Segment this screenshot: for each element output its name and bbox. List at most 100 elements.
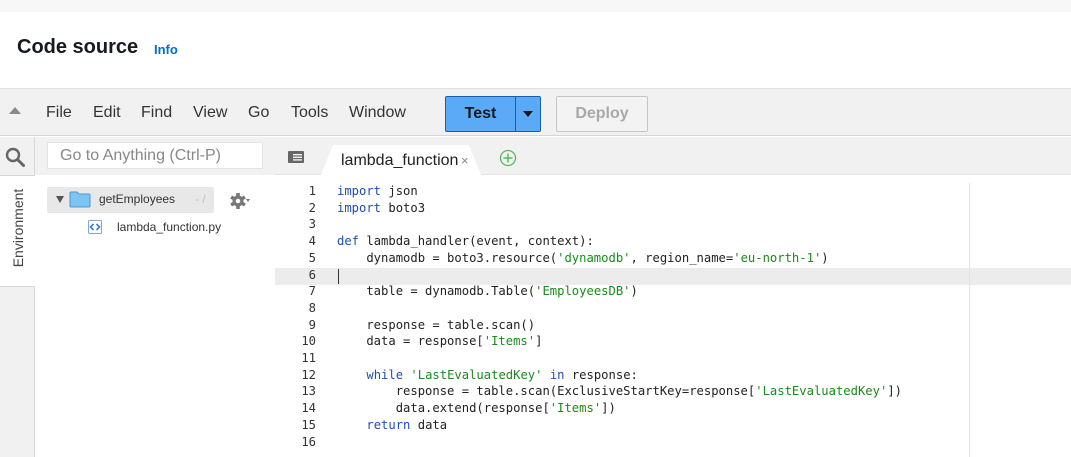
code-string: 'eu-north-1' bbox=[733, 250, 822, 265]
environment-label: Environment bbox=[10, 188, 26, 268]
tab-lambda-function[interactable]: lambda_function × bbox=[321, 145, 481, 175]
add-tab-icon[interactable] bbox=[499, 149, 517, 167]
code-editor[interactable]: 1 import json 2 import boto3 3 4 def lambda_ha… bbox=[275, 175, 1071, 457]
code-keyword: import bbox=[337, 200, 382, 215]
code-line[interactable]: 12 while 'LastEvaluatedKey' in response: bbox=[275, 367, 1071, 384]
folder-row[interactable]: getEmployees - / bbox=[47, 187, 214, 213]
code-token: lambda_handler(event, context): bbox=[359, 234, 594, 249]
code-line[interactable]: 1 import json bbox=[275, 183, 1071, 200]
code-token: json bbox=[381, 184, 418, 198]
expand-arrow-icon[interactable] bbox=[56, 196, 64, 203]
code-text: return data bbox=[337, 417, 447, 434]
code-token: , region_name= bbox=[630, 250, 734, 265]
caret-down-icon bbox=[523, 111, 533, 117]
line-number: 5 bbox=[308, 250, 316, 265]
code-token: ) bbox=[630, 284, 638, 299]
code-line[interactable]: 6 bbox=[275, 267, 1071, 284]
top-strip bbox=[0, 0, 1071, 12]
code-line[interactable]: 5 dynamodb = boto3.resource('dynamodb', … bbox=[275, 250, 1071, 267]
code-line[interactable]: 4 def lambda_handler(event, context): bbox=[275, 233, 1071, 250]
code-line[interactable]: 11 bbox=[275, 350, 1071, 367]
test-dropdown-button[interactable] bbox=[515, 96, 541, 132]
code-string: 'LastEvaluatedKey' bbox=[755, 384, 888, 399]
code-line[interactable]: 9 response = table.scan() bbox=[275, 317, 1071, 334]
line-number: 16 bbox=[301, 434, 316, 449]
code-keyword: while bbox=[366, 367, 404, 382]
folder-suffix: - / bbox=[195, 192, 206, 206]
file-tree: getEmployees - / lambda_function.py bbox=[35, 175, 275, 457]
menu-window[interactable]: Window bbox=[349, 104, 406, 122]
close-icon[interactable]: × bbox=[461, 153, 469, 168]
code-text: import json bbox=[337, 183, 418, 200]
code-text: import boto3 bbox=[337, 200, 425, 217]
line-number: 10 bbox=[301, 334, 316, 349]
code-token: data bbox=[410, 417, 448, 432]
code-line[interactable]: 7 table = dynamodb.Table('EmployeesDB') bbox=[275, 283, 1071, 300]
menu-go[interactable]: Go bbox=[248, 104, 269, 122]
code-line[interactable]: 8 bbox=[275, 300, 1071, 317]
code-token: data.extend(response[ bbox=[337, 401, 550, 416]
tabs-menu-icon[interactable] bbox=[288, 151, 304, 163]
code-token: ) bbox=[821, 250, 829, 265]
line-number: 11 bbox=[301, 351, 316, 365]
line-number: 3 bbox=[308, 217, 316, 232]
code-token: boto3 bbox=[381, 200, 426, 215]
line-number: 14 bbox=[301, 401, 316, 416]
code-string: 'EmployeesDB' bbox=[535, 284, 631, 299]
folder-icon bbox=[69, 191, 91, 208]
code-token: response: bbox=[564, 367, 638, 382]
code-token: table = dynamodb.Table( bbox=[337, 284, 536, 299]
deploy-button[interactable]: Deploy bbox=[556, 96, 648, 132]
code-token: dynamodb = boto3.resource( bbox=[337, 250, 558, 265]
code-text: dynamodb = boto3.resource('dynamodb', re… bbox=[337, 250, 829, 267]
code-text: def lambda_handler(event, context): bbox=[337, 233, 594, 250]
line-number: 1 bbox=[308, 184, 316, 198]
line-number: 15 bbox=[301, 417, 316, 432]
code-line[interactable]: 10 data = response['Items'] bbox=[275, 333, 1071, 350]
line-number: 2 bbox=[308, 200, 316, 215]
environment-tab[interactable]: Environment bbox=[0, 175, 35, 287]
code-keyword: in bbox=[549, 367, 565, 382]
python-file-icon bbox=[88, 220, 102, 234]
code-line[interactable]: 16 bbox=[275, 434, 1071, 451]
code-line[interactable]: 13 response = table.scan(ExclusiveStartK… bbox=[275, 383, 1071, 400]
collapse-up-icon[interactable] bbox=[9, 107, 21, 114]
code-line[interactable]: 2 import boto3 bbox=[275, 200, 1071, 217]
left-rail: Environment bbox=[0, 137, 35, 457]
text-cursor bbox=[338, 269, 339, 284]
code-line[interactable]: 3 bbox=[275, 216, 1071, 233]
search-icon[interactable] bbox=[4, 146, 26, 168]
code-text: response = table.scan() bbox=[337, 317, 535, 334]
goto-anything-input[interactable] bbox=[47, 142, 263, 169]
editor-tabbar: lambda_function × bbox=[275, 137, 1071, 175]
line-number: 4 bbox=[308, 234, 316, 249]
goto-panel bbox=[35, 137, 275, 175]
menu-file[interactable]: File bbox=[46, 104, 72, 122]
code-line[interactable]: 15 return data bbox=[275, 417, 1071, 434]
code-string: 'Items' bbox=[549, 401, 602, 416]
test-button[interactable]: Test bbox=[445, 96, 516, 132]
code-token: ] bbox=[535, 334, 543, 349]
code-token: ]) bbox=[601, 401, 616, 416]
menu-find[interactable]: Find bbox=[141, 104, 172, 122]
code-keyword: return bbox=[366, 417, 411, 432]
code-text: data = response['Items'] bbox=[337, 333, 542, 350]
menu-edit[interactable]: Edit bbox=[93, 104, 121, 122]
code-text: table = dynamodb.Table('EmployeesDB') bbox=[337, 283, 638, 300]
menu-view[interactable]: View bbox=[193, 104, 227, 122]
ide-menubar: File Edit Find View Go Tools Window Test… bbox=[0, 88, 1071, 136]
code-token: data = response[ bbox=[337, 334, 484, 349]
gear-icon[interactable] bbox=[229, 191, 251, 211]
code-token: response = table.scan(ExclusiveStartKey=… bbox=[337, 384, 756, 399]
line-number: 8 bbox=[308, 300, 316, 315]
code-text: response = table.scan(ExclusiveStartKey=… bbox=[337, 383, 902, 400]
code-text: data.extend(response['Items']) bbox=[337, 400, 616, 417]
code-keyword: def bbox=[337, 234, 360, 249]
info-link[interactable]: Info bbox=[154, 42, 178, 57]
code-line[interactable]: 14 data.extend(response['Items']) bbox=[275, 400, 1071, 417]
code-token: ]) bbox=[887, 384, 903, 399]
code-text: while 'LastEvaluatedKey' in response: bbox=[337, 367, 638, 384]
menu-tools[interactable]: Tools bbox=[291, 104, 328, 122]
